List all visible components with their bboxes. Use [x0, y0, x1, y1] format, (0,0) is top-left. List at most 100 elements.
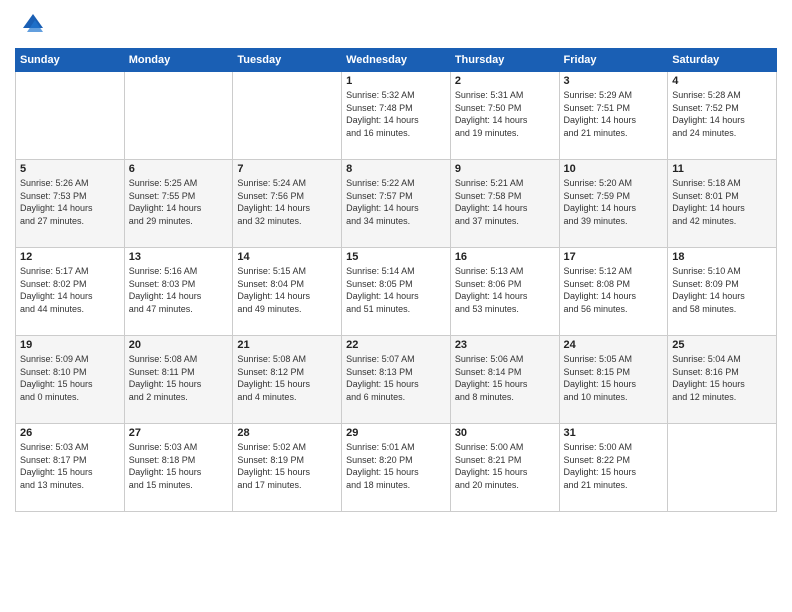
calendar-cell: 26Sunrise: 5:03 AMSunset: 8:17 PMDayligh…	[16, 424, 125, 512]
day-info: Sunrise: 5:14 AMSunset: 8:05 PMDaylight:…	[346, 265, 446, 315]
day-info: Sunrise: 5:10 AMSunset: 8:09 PMDaylight:…	[672, 265, 772, 315]
calendar-cell: 28 Sunrise: 5:02 AMSunset: 8:19 PMDayligh…	[233, 424, 342, 512]
day-number: 1	[346, 75, 446, 87]
day-number: 20	[129, 339, 229, 351]
calendar-table: SundayMondayTuesdayWednesdayThursdayFrid…	[15, 48, 777, 512]
day-info: Sunrise: 5:02 AMSunset: 8:19 PMDaylight:…	[237, 441, 337, 491]
day-number: 27	[129, 427, 229, 439]
day-info: Sunrise: 5:25 AMSunset: 7:55 PMDaylight:…	[129, 177, 229, 227]
calendar-cell: 12 Sunrise: 5:17 AMSunset: 8:02 PMDayligh…	[16, 248, 125, 336]
logo	[15, 10, 49, 40]
day-info: Sunrise: 5:00 AMSunset: 8:21 PMDaylight:…	[455, 441, 555, 491]
day-info: Sunrise: 5:17 AMSunset: 8:02 PMDaylight:…	[20, 265, 120, 315]
week-row-4: 19 Sunrise: 5:09 AMSunset: 8:10 PMDayligh…	[16, 336, 777, 424]
calendar-cell: 21Sunrise: 5:08 AMSunset: 8:12 PMDayligh…	[233, 336, 342, 424]
calendar-cell: 15 Sunrise: 5:14 AMSunset: 8:05 PMDayligh…	[342, 248, 451, 336]
calendar-cell: 4 Sunrise: 5:28 AMSunset: 7:52 PMDaylight…	[668, 72, 777, 160]
day-number: 18	[672, 251, 772, 263]
day-header-monday: Monday	[124, 49, 233, 72]
day-number: 14	[237, 251, 337, 263]
day-header-saturday: Saturday	[668, 49, 777, 72]
calendar-cell: 29Sunrise: 5:01 AMSunset: 8:20 PMDayligh…	[342, 424, 451, 512]
day-number: 25	[672, 339, 772, 351]
day-info: Sunrise: 5:24 AMSunset: 7:56 PMDaylight:…	[237, 177, 337, 227]
week-row-2: 5 Sunrise: 5:26 AMSunset: 7:53 PMDaylight…	[16, 160, 777, 248]
calendar-header: SundayMondayTuesdayWednesdayThursdayFrid…	[16, 49, 777, 72]
day-number: 21	[237, 339, 337, 351]
calendar-cell	[668, 424, 777, 512]
day-info: Sunrise: 5:00 AMSunset: 8:22 PMDaylight:…	[564, 441, 664, 491]
day-header-sunday: Sunday	[16, 49, 125, 72]
week-row-1: 1 Sunrise: 5:32 AMSunset: 7:48 PMDaylight…	[16, 72, 777, 160]
day-info: Sunrise: 5:03 AMSunset: 8:18 PMDaylight:…	[129, 441, 229, 491]
page: SundayMondayTuesdayWednesdayThursdayFrid…	[0, 0, 792, 612]
day-header-friday: Friday	[559, 49, 668, 72]
day-info: Sunrise: 5:15 AMSunset: 8:04 PMDaylight:…	[237, 265, 337, 315]
day-number: 23	[455, 339, 555, 351]
week-row-5: 26Sunrise: 5:03 AMSunset: 8:17 PMDayligh…	[16, 424, 777, 512]
day-info: Sunrise: 5:16 AMSunset: 8:03 PMDaylight:…	[129, 265, 229, 315]
day-info: Sunrise: 5:31 AMSunset: 7:50 PMDaylight:…	[455, 89, 555, 139]
day-info: Sunrise: 5:18 AMSunset: 8:01 PMDaylight:…	[672, 177, 772, 227]
calendar-body: 1 Sunrise: 5:32 AMSunset: 7:48 PMDaylight…	[16, 72, 777, 512]
calendar-cell: 31Sunrise: 5:00 AMSunset: 8:22 PMDayligh…	[559, 424, 668, 512]
calendar-cell: 30 Sunrise: 5:00 AMSunset: 8:21 PMDayligh…	[450, 424, 559, 512]
day-info: Sunrise: 5:21 AMSunset: 7:58 PMDaylight:…	[455, 177, 555, 227]
calendar-cell	[124, 72, 233, 160]
day-info: Sunrise: 5:04 AMSunset: 8:16 PMDaylight:…	[672, 353, 772, 403]
day-number: 15	[346, 251, 446, 263]
day-number: 16	[455, 251, 555, 263]
calendar-cell: 13 Sunrise: 5:16 AMSunset: 8:03 PMDayligh…	[124, 248, 233, 336]
day-number: 30	[455, 427, 555, 439]
day-number: 19	[20, 339, 120, 351]
day-info: Sunrise: 5:08 AMSunset: 8:11 PMDaylight:…	[129, 353, 229, 403]
calendar-cell: 24 Sunrise: 5:05 AMSunset: 8:15 PMDayligh…	[559, 336, 668, 424]
day-info: Sunrise: 5:29 AMSunset: 7:51 PMDaylight:…	[564, 89, 664, 139]
calendar-cell: 3 Sunrise: 5:29 AMSunset: 7:51 PMDaylight…	[559, 72, 668, 160]
day-number: 28	[237, 427, 337, 439]
day-number: 10	[564, 163, 664, 175]
day-info: Sunrise: 5:06 AMSunset: 8:14 PMDaylight:…	[455, 353, 555, 403]
logo-icon	[15, 10, 45, 40]
calendar-cell: 8 Sunrise: 5:22 AMSunset: 7:57 PMDaylight…	[342, 160, 451, 248]
day-number: 24	[564, 339, 664, 351]
calendar-cell: 27 Sunrise: 5:03 AMSunset: 8:18 PMDayligh…	[124, 424, 233, 512]
calendar-cell: 14 Sunrise: 5:15 AMSunset: 8:04 PMDayligh…	[233, 248, 342, 336]
calendar-cell: 9Sunrise: 5:21 AMSunset: 7:58 PMDaylight…	[450, 160, 559, 248]
day-info: Sunrise: 5:32 AMSunset: 7:48 PMDaylight:…	[346, 89, 446, 139]
calendar-cell: 1 Sunrise: 5:32 AMSunset: 7:48 PMDaylight…	[342, 72, 451, 160]
calendar-cell	[16, 72, 125, 160]
calendar-cell: 25 Sunrise: 5:04 AMSunset: 8:16 PMDayligh…	[668, 336, 777, 424]
day-info: Sunrise: 5:22 AMSunset: 7:57 PMDaylight:…	[346, 177, 446, 227]
header	[15, 10, 777, 40]
day-number: 12	[20, 251, 120, 263]
day-number: 6	[129, 163, 229, 175]
calendar-cell: 23 Sunrise: 5:06 AMSunset: 8:14 PMDayligh…	[450, 336, 559, 424]
day-number: 4	[672, 75, 772, 87]
day-info: Sunrise: 5:26 AMSunset: 7:53 PMDaylight:…	[20, 177, 120, 227]
day-number: 3	[564, 75, 664, 87]
day-info: Sunrise: 5:28 AMSunset: 7:52 PMDaylight:…	[672, 89, 772, 139]
calendar-cell: 18 Sunrise: 5:10 AMSunset: 8:09 PMDayligh…	[668, 248, 777, 336]
day-info: Sunrise: 5:09 AMSunset: 8:10 PMDaylight:…	[20, 353, 120, 403]
week-row-3: 12 Sunrise: 5:17 AMSunset: 8:02 PMDayligh…	[16, 248, 777, 336]
calendar-cell: 7Sunrise: 5:24 AMSunset: 7:56 PMDaylight…	[233, 160, 342, 248]
calendar-cell: 20 Sunrise: 5:08 AMSunset: 8:11 PMDayligh…	[124, 336, 233, 424]
calendar-cell: 19 Sunrise: 5:09 AMSunset: 8:10 PMDayligh…	[16, 336, 125, 424]
calendar-cell: 6 Sunrise: 5:25 AMSunset: 7:55 PMDaylight…	[124, 160, 233, 248]
day-info: Sunrise: 5:13 AMSunset: 8:06 PMDaylight:…	[455, 265, 555, 315]
day-number: 11	[672, 163, 772, 175]
header-row: SundayMondayTuesdayWednesdayThursdayFrid…	[16, 49, 777, 72]
day-number: 5	[20, 163, 120, 175]
calendar-cell: 11 Sunrise: 5:18 AMSunset: 8:01 PMDayligh…	[668, 160, 777, 248]
calendar-cell: 5 Sunrise: 5:26 AMSunset: 7:53 PMDaylight…	[16, 160, 125, 248]
day-info: Sunrise: 5:20 AMSunset: 7:59 PMDaylight:…	[564, 177, 664, 227]
day-info: Sunrise: 5:12 AMSunset: 8:08 PMDaylight:…	[564, 265, 664, 315]
day-number: 13	[129, 251, 229, 263]
calendar-cell: 17Sunrise: 5:12 AMSunset: 8:08 PMDayligh…	[559, 248, 668, 336]
day-number: 8	[346, 163, 446, 175]
day-info: Sunrise: 5:03 AMSunset: 8:17 PMDaylight:…	[20, 441, 120, 491]
day-info: Sunrise: 5:05 AMSunset: 8:15 PMDaylight:…	[564, 353, 664, 403]
day-header-thursday: Thursday	[450, 49, 559, 72]
calendar-cell: 16 Sunrise: 5:13 AMSunset: 8:06 PMDayligh…	[450, 248, 559, 336]
